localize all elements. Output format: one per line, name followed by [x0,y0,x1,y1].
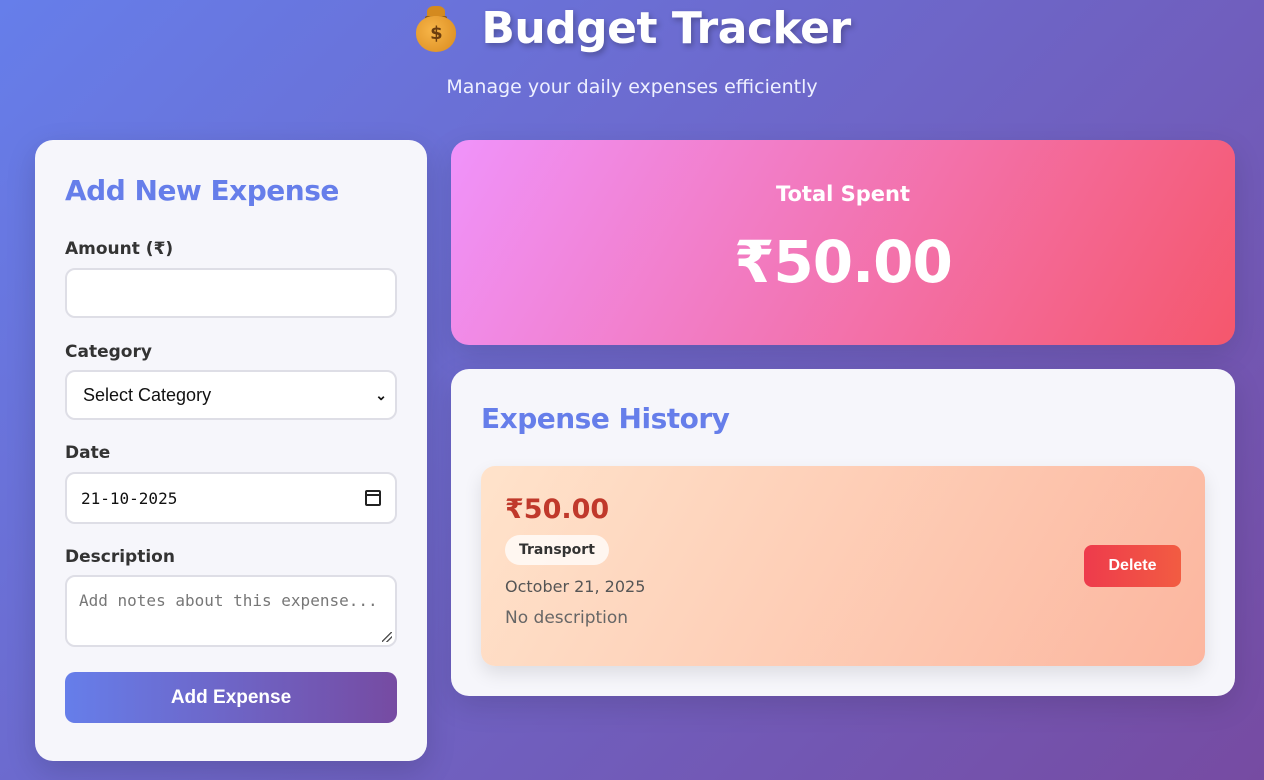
date-value: 21-10-2025 [81,488,178,508]
date-input[interactable]: 21-10-2025 [65,472,397,524]
expense-amount: ₹50.00 [505,494,610,525]
app-header: $ Budget Tracker Manage your daily expen… [0,0,1264,98]
category-badge: Transport [505,535,609,565]
expense-date: October 21, 2025 [505,577,646,596]
category-label: Category [65,342,152,362]
delete-button[interactable]: Delete [1084,545,1181,587]
description-placeholder: Add notes about this expense... [79,591,378,610]
calendar-icon[interactable] [365,490,381,506]
total-spent-label: Total Spent [775,182,911,206]
add-expense-button[interactable]: Add Expense [65,672,397,723]
money-bag-icon: $ [413,4,459,52]
form-heading: Add New Expense [65,174,339,207]
description-textarea[interactable]: Add notes about this expense... [65,575,397,647]
description-label: Description [65,547,175,567]
page-subtitle: Manage your daily expenses efficiently [446,76,818,98]
expense-description: No description [505,608,629,628]
expense-history-card: Expense History ₹50.00 Transport October… [451,369,1235,696]
history-heading: Expense History [481,402,730,435]
chevron-down-icon: ⌄ [375,386,387,403]
amount-label: Amount (₹) [65,239,174,259]
category-selected-value: Select Category [83,384,212,405]
title-row: $ Budget Tracker [0,2,1264,54]
date-label: Date [65,443,111,463]
total-spent-amount: ₹50.00 [734,228,953,296]
category-select[interactable]: Select Category ⌄ [65,370,397,420]
total-spent-card: Total Spent ₹50.00 [451,140,1235,345]
resize-handle-icon[interactable] [382,632,392,642]
amount-input[interactable] [65,268,397,318]
expense-item: ₹50.00 Transport October 21, 2025 No des… [481,466,1205,666]
add-expense-form: Add New Expense Amount (₹) Category Sele… [35,140,427,761]
page-title: Budget Tracker [481,2,851,54]
